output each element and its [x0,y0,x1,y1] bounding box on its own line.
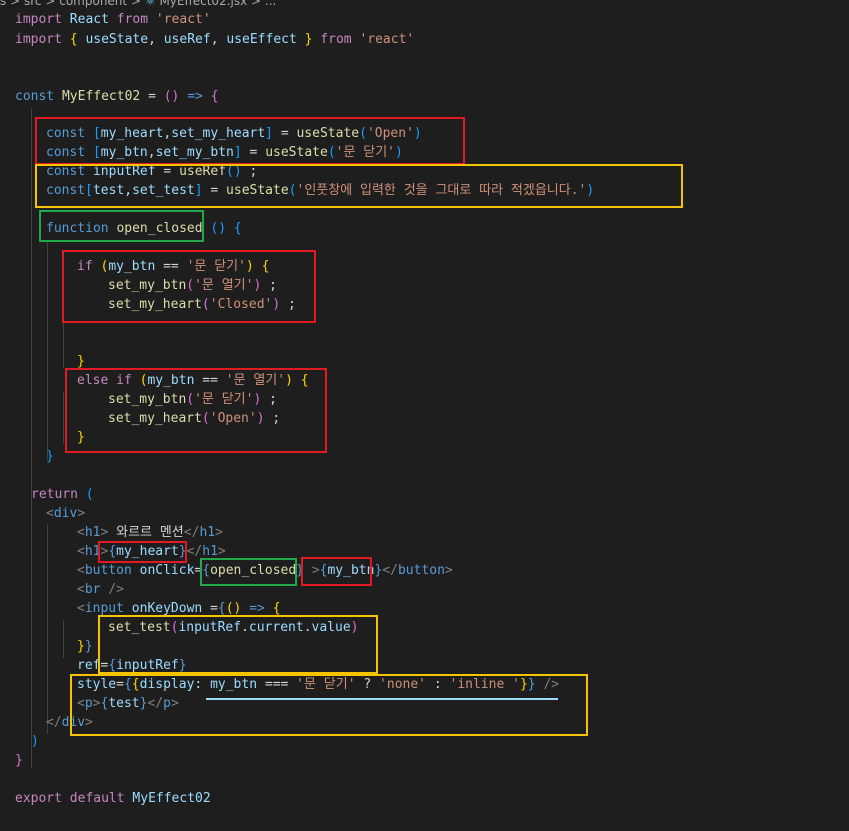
annotation-box-else-branch [65,368,327,453]
code-line: const MyEffect02 = () => { [15,89,219,104]
annotation-box-function-name [39,210,204,242]
code-editor[interactable]: import React from 'react' import { useSt… [0,0,849,831]
code-line: <div> [46,506,86,521]
indent-guide [63,392,64,444]
indent-guide [47,240,48,460]
annotation-box-state-heart-btn [35,117,465,165]
indent-guide [31,108,32,768]
code-line: <br /> [77,582,124,597]
annotation-box-my-heart [98,541,187,563]
code-line: } [15,753,23,768]
annotation-box-if-branch [62,250,316,323]
code-line: export default MyEffect02 [15,791,211,806]
annotation-box-onclick-handler [200,558,297,586]
indent-guide [63,620,64,658]
code-line: return ( [31,487,94,502]
code-line: <button onClick={open_closed} >{my_btn}<… [77,563,453,578]
code-line: import React from 'react' [15,12,211,27]
code-line: <h1> 와르르 멘션</h1> [77,525,223,540]
annotation-box-set-test [98,615,378,674]
indent-guide [47,524,48,734]
annotation-underline-style [206,698,558,700]
annotation-box-style-test [70,674,588,736]
annotation-box-my-btn [301,557,372,586]
code-line: <h1>{my_heart}</h1> [77,544,226,559]
annotation-box-inputref-test [35,164,683,208]
code-line: import { useState, useRef, useEffect } f… [15,32,415,47]
